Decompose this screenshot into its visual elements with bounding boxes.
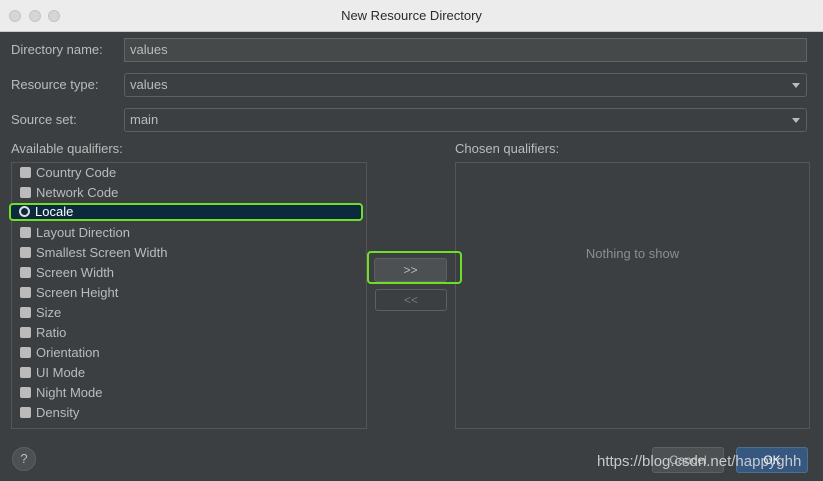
list-item-ui-mode[interactable]: UI Mode — [20, 363, 85, 383]
list-item-smallest-screen-width[interactable]: Smallest Screen Width — [20, 243, 168, 263]
list-item-label: Screen Width — [36, 265, 115, 280]
list-item-locale[interactable]: Locale — [19, 202, 73, 222]
network-code-icon — [20, 187, 31, 198]
window-title: New Resource Directory — [341, 8, 482, 23]
list-item-label: Density — [36, 405, 80, 420]
available-qualifiers-label: Available qualifiers: — [11, 141, 123, 156]
list-item-country-code[interactable]: Country Code — [20, 163, 116, 183]
resource-type-dropdown[interactable]: values — [124, 73, 807, 97]
remove-qualifier-button[interactable]: << — [375, 289, 447, 311]
list-item-label: Orientation — [36, 345, 100, 360]
list-item-label: UI Mode — [36, 365, 86, 380]
list-item-label: Smallest Screen Width — [36, 245, 168, 260]
list-item-layout-direction[interactable]: Layout Direction — [20, 223, 130, 243]
orientation-icon — [20, 347, 31, 358]
list-item-night-mode[interactable]: Night Mode — [20, 383, 102, 403]
country-code-icon — [20, 167, 31, 178]
globe-icon — [19, 206, 30, 217]
empty-state-text: Nothing to show — [585, 246, 680, 261]
list-item-label: Locale — [35, 204, 74, 219]
resource-type-value: values — [130, 77, 168, 92]
list-item-label: Ratio — [36, 325, 67, 340]
size-icon — [20, 307, 31, 318]
list-item-label: Night Mode — [36, 385, 103, 400]
source-set-value: main — [130, 112, 159, 127]
list-item-screen-height[interactable]: Screen Height — [20, 283, 118, 303]
resource-type-label: Resource type: — [11, 77, 99, 92]
list-item-network-code[interactable]: Network Code — [20, 183, 118, 203]
list-item-density[interactable]: Density — [20, 403, 79, 423]
night-mode-icon — [20, 387, 31, 398]
directory-name-label: Directory name: — [11, 42, 103, 57]
ratio-icon — [20, 327, 31, 338]
directory-name-value: values — [130, 42, 168, 57]
chosen-qualifiers-label: Chosen qualifiers: — [455, 141, 560, 156]
density-icon — [20, 407, 31, 418]
chevron-down-icon — [792, 83, 800, 88]
width-arrows-icon — [20, 267, 31, 278]
list-item-label: Layout Direction — [36, 225, 130, 240]
chevron-down-icon — [792, 118, 800, 123]
watermark: https://blog.csdn.net/happyghh — [597, 453, 802, 470]
list-item-label: Screen Height — [36, 285, 119, 300]
source-set-dropdown[interactable]: main — [124, 108, 807, 132]
list-item-size[interactable]: Size — [20, 303, 61, 323]
title-bar: New Resource Directory — [0, 0, 823, 32]
width-arrows-icon — [20, 247, 31, 258]
help-button[interactable]: ? — [12, 447, 36, 471]
ui-mode-icon — [20, 367, 31, 378]
height-arrows-icon — [20, 287, 31, 298]
source-set-label: Source set: — [11, 112, 77, 127]
list-item-label: Country Code — [36, 165, 117, 180]
list-item-screen-width[interactable]: Screen Width — [20, 263, 114, 283]
list-item-ratio[interactable]: Ratio — [20, 323, 66, 343]
list-item-locale-selected[interactable]: Locale — [9, 203, 363, 221]
add-qualifier-button[interactable]: >> — [374, 258, 447, 282]
directory-name-field[interactable]: values — [124, 38, 807, 62]
chosen-qualifiers-list[interactable] — [455, 162, 810, 429]
list-item-orientation[interactable]: Orientation — [20, 343, 100, 363]
list-item-label: Size — [36, 305, 62, 320]
list-item-label: Network Code — [36, 185, 119, 200]
layout-direction-icon — [20, 227, 31, 238]
